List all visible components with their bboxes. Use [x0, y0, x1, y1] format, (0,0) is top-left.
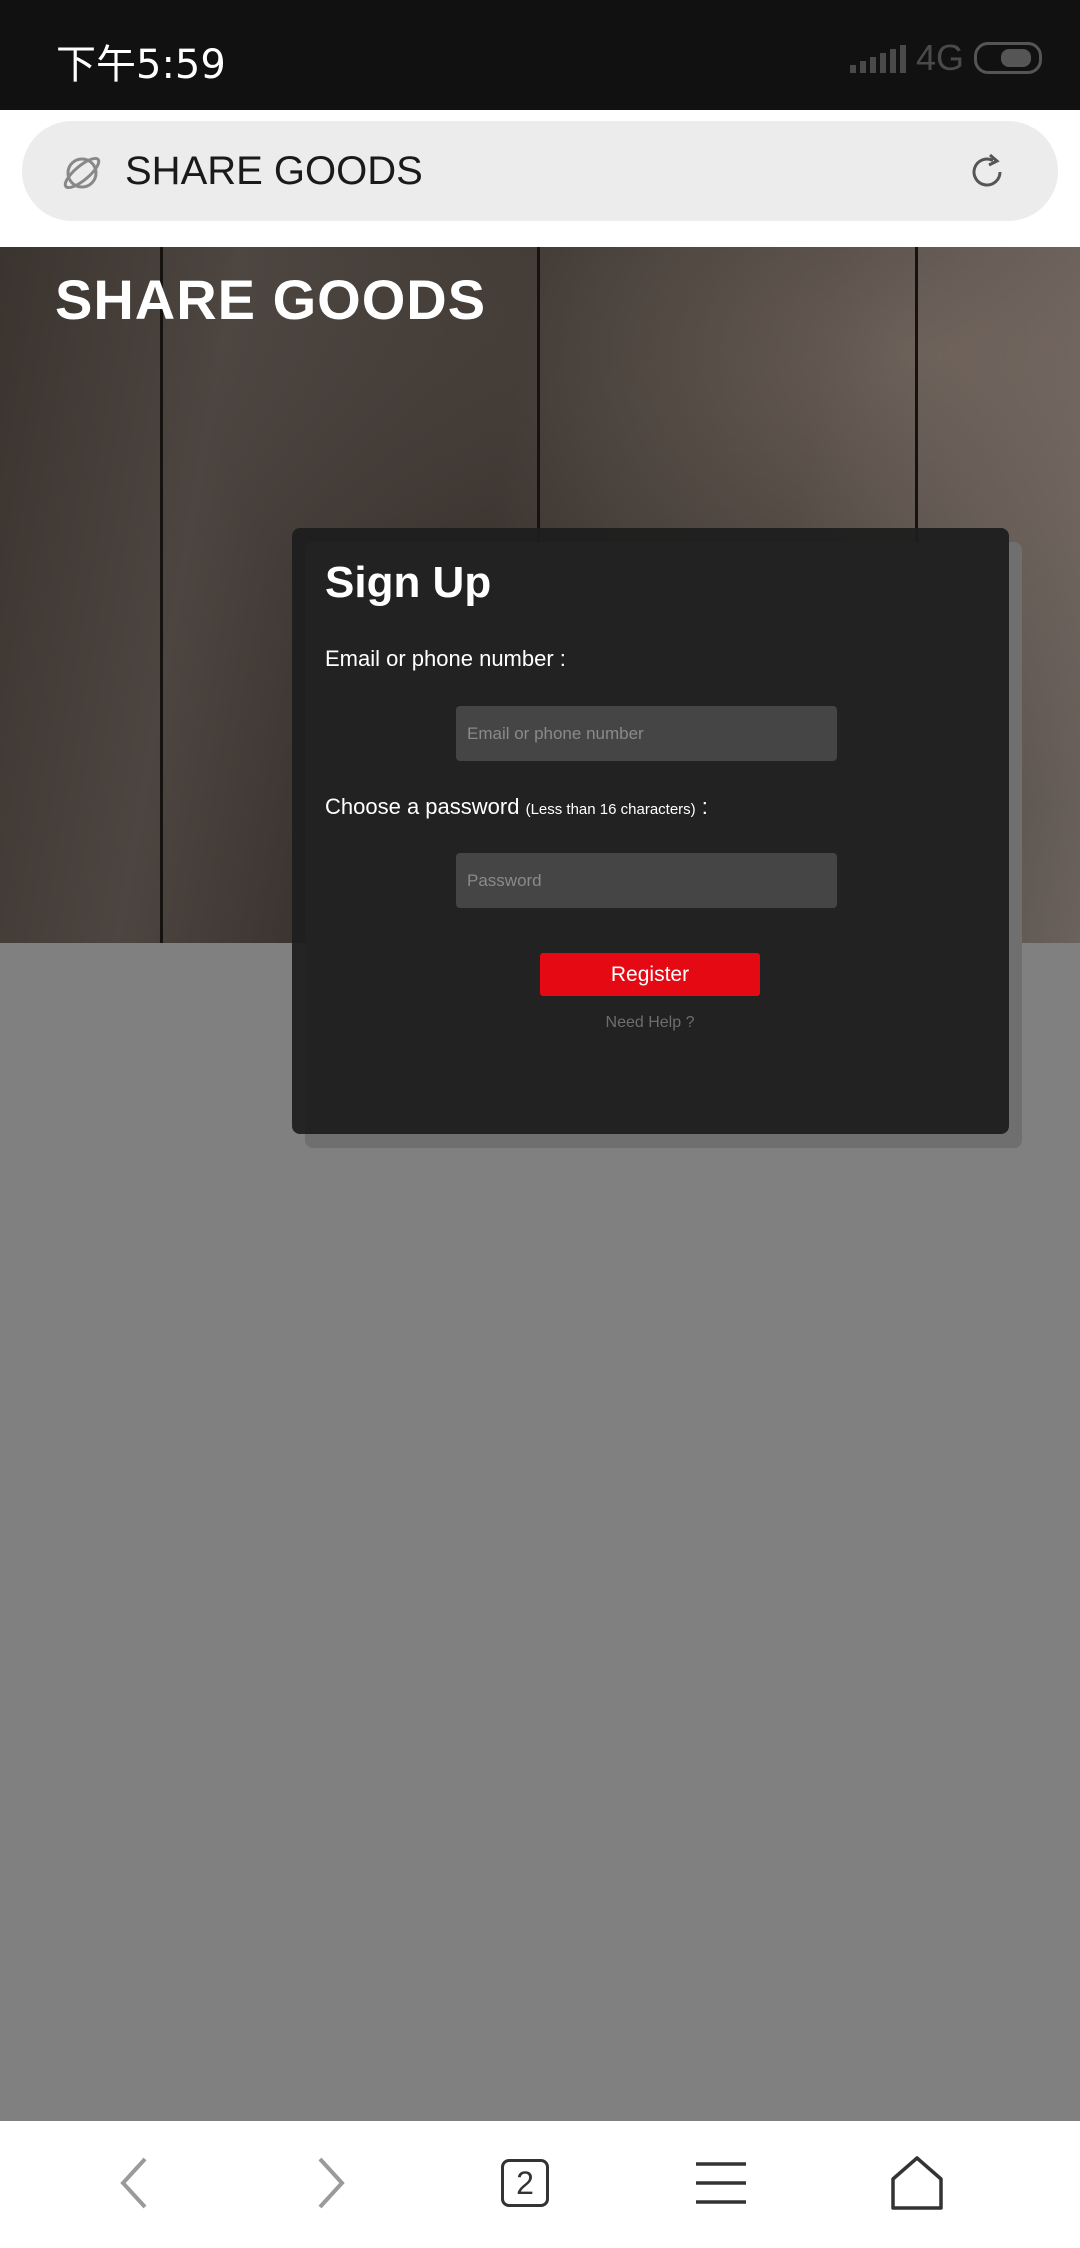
url-text[interactable]: SHARE GOODS: [125, 149, 423, 194]
menu-icon: [696, 2162, 746, 2204]
signal-icon: [849, 43, 906, 73]
email-label: Email or phone number :: [325, 646, 566, 671]
password-label-colon: :: [695, 794, 708, 819]
forward-icon: [318, 2157, 345, 2209]
password-label-text: Choose a password: [325, 794, 520, 819]
back-button[interactable]: [95, 2143, 175, 2223]
browser-toolbar: SHARE GOODS: [0, 110, 1080, 247]
home-button[interactable]: [877, 2143, 957, 2223]
register-button[interactable]: Register: [540, 953, 760, 996]
password-field[interactable]: [456, 853, 837, 908]
planet-icon: [63, 156, 101, 190]
password-label: Choose a password (Less than 16 characte…: [325, 794, 708, 820]
battery-icon: [974, 42, 1042, 74]
network-type: 4G: [915, 37, 964, 78]
signup-title: Sign Up: [325, 558, 492, 607]
need-help-link[interactable]: Need Help ?: [540, 1014, 760, 1032]
reload-icon[interactable]: [966, 151, 1008, 193]
status-icons: 4G: [849, 36, 1042, 80]
home-icon: [891, 2156, 943, 2210]
back-icon: [120, 2157, 147, 2209]
tabs-icon: 2: [501, 2159, 549, 2207]
site-title[interactable]: SHARE GOODS: [55, 267, 486, 332]
bottom-nav: 2: [0, 2121, 1080, 2248]
status-bar: 下午5:59 4G: [0, 0, 1080, 110]
tabs-button[interactable]: 2: [485, 2143, 565, 2223]
address-bar[interactable]: SHARE GOODS: [22, 121, 1058, 221]
signup-card: Sign Up Email or phone number : Choose a…: [292, 528, 1009, 1134]
hero-line: [160, 247, 163, 943]
password-hint: (Less than 16 characters): [525, 801, 696, 818]
status-time: 下午5:59: [56, 42, 226, 88]
menu-button[interactable]: [681, 2143, 761, 2223]
forward-button[interactable]: [290, 2143, 370, 2223]
email-field[interactable]: [456, 706, 837, 761]
